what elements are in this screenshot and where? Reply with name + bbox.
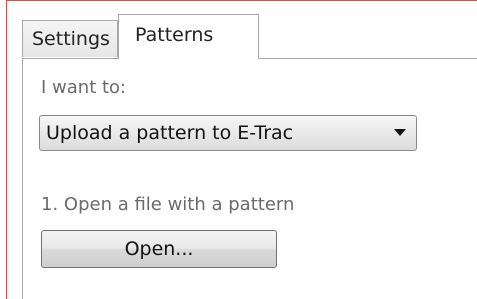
- tab-bar: Settings Patterns: [22, 14, 477, 59]
- window-border-left: [6, 0, 7, 299]
- patterns-window: Settings Patterns I want to: Upload a pa…: [0, 0, 477, 299]
- action-select-value: Upload a pattern to E-Trac: [46, 122, 294, 144]
- step1-label: 1. Open a file with a pattern: [41, 194, 295, 215]
- action-select[interactable]: Upload a pattern to E-Trac: [39, 115, 417, 151]
- tab-settings[interactable]: Settings: [22, 20, 118, 57]
- tab-patterns[interactable]: Patterns: [118, 14, 259, 59]
- open-button[interactable]: Open...: [41, 230, 277, 268]
- window-border-top: [6, 0, 477, 1]
- want-label: I want to:: [41, 77, 127, 98]
- chevron-down-icon: [394, 129, 406, 136]
